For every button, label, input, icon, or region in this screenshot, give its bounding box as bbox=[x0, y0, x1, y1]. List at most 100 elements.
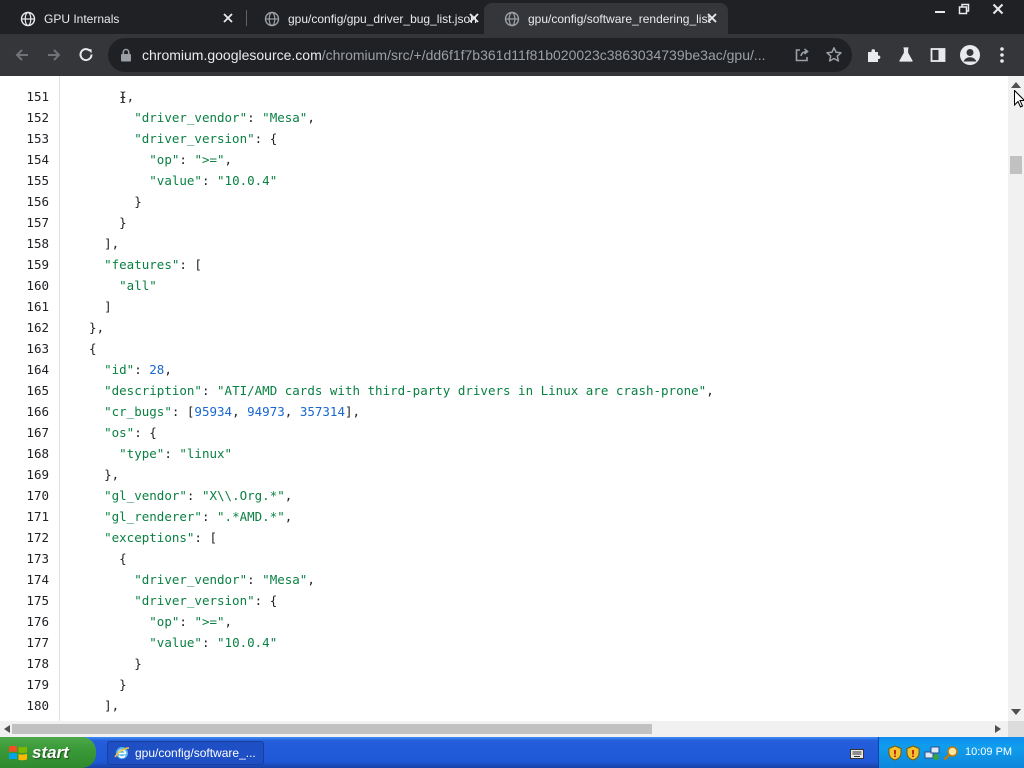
code-text: "driver_vendor": "Mesa", bbox=[134, 110, 315, 125]
start-button[interactable]: start bbox=[0, 737, 96, 768]
code-line: 167 "os": { bbox=[0, 422, 1008, 443]
close-icon[interactable] bbox=[220, 10, 236, 26]
scroll-right-icon[interactable] bbox=[995, 725, 1001, 733]
mouse-cursor-icon bbox=[1014, 90, 1024, 108]
code-line: 161 ] bbox=[0, 296, 1008, 317]
start-label: start bbox=[32, 742, 69, 762]
labs-icon[interactable] bbox=[894, 43, 918, 67]
vertical-scroll-thumb[interactable] bbox=[1010, 156, 1022, 174]
globe-icon bbox=[264, 11, 280, 27]
close-window-icon[interactable] bbox=[987, 0, 1009, 18]
code-line: 170 "gl_vendor": "X\\.Org.*", bbox=[0, 485, 1008, 506]
close-icon[interactable] bbox=[466, 10, 482, 26]
code-text: } bbox=[74, 677, 127, 692]
code-text: } bbox=[74, 656, 142, 671]
back-icon[interactable] bbox=[10, 43, 34, 67]
code-text: "driver_version": { bbox=[134, 593, 278, 608]
code-line: 176 "op": ">=", bbox=[0, 611, 1008, 632]
url-path: /chromium/src/+/dd6f1f7b361d11f81b020023… bbox=[321, 47, 766, 63]
url-host: chromium.googlesource.com bbox=[142, 47, 322, 63]
code-text: "os": { bbox=[104, 425, 157, 440]
code-line: 168 "type": "linux" bbox=[0, 443, 1008, 464]
scroll-up-icon[interactable] bbox=[1011, 82, 1021, 88]
shield-icon[interactable] bbox=[906, 745, 920, 766]
tab-gpu-internals[interactable]: GPU Internals bbox=[0, 3, 244, 34]
url-text: chromium.googlesource.com/chromium/src/+… bbox=[142, 47, 790, 63]
menu-icon[interactable] bbox=[990, 43, 1014, 67]
source-view: }, 151 {152 "driver_vendor": "Mesa", 153 … bbox=[0, 76, 1008, 721]
restore-icon[interactable] bbox=[953, 0, 975, 18]
code-text: "id": 28, bbox=[104, 362, 172, 377]
clock: 10:09 PM bbox=[965, 746, 1013, 758]
tab-title: GPU Internals bbox=[44, 11, 120, 26]
scroll-left-icon[interactable] bbox=[4, 725, 10, 733]
code-line: 171 "gl_renderer": ".*AMD.*", bbox=[0, 506, 1008, 527]
tab-software-rendering-list[interactable]: gpu/config/software_rendering_list bbox=[484, 3, 728, 34]
shield-icon[interactable] bbox=[888, 745, 902, 766]
code-text: "value": "10.0.4" bbox=[149, 635, 278, 650]
taskbar-item-chrome[interactable]: gpu/config/software_... bbox=[107, 741, 264, 765]
minimize-icon[interactable] bbox=[929, 0, 951, 18]
code-text: "all" bbox=[119, 278, 157, 293]
tab-title: gpu/config/software_rendering_list bbox=[528, 11, 711, 26]
code-line: 180 ], bbox=[0, 695, 1008, 716]
scroll-down-icon[interactable] bbox=[1011, 709, 1021, 715]
line-number: 163 bbox=[26, 341, 49, 356]
code-line: 179 } bbox=[0, 674, 1008, 695]
line-number: 166 bbox=[26, 404, 49, 419]
keyboard-icon[interactable] bbox=[850, 747, 864, 765]
code-text: { bbox=[74, 341, 97, 356]
globe-icon bbox=[504, 11, 520, 27]
close-icon[interactable] bbox=[704, 10, 720, 26]
code-line: 166 "cr_bugs": [95934, 94973, 357314], bbox=[0, 401, 1008, 422]
extensions-icon[interactable] bbox=[862, 43, 886, 67]
line-number: 176 bbox=[26, 614, 49, 629]
network-icon[interactable] bbox=[924, 745, 940, 766]
code-line: 162 }, bbox=[0, 317, 1008, 338]
horizontal-scroll-thumb[interactable] bbox=[12, 724, 652, 734]
code-text: ], bbox=[74, 698, 120, 713]
tab-gpu-driver-bug-list[interactable]: gpu/config/gpu_driver_bug_list.json bbox=[244, 3, 490, 34]
line-number: 162 bbox=[26, 320, 49, 335]
line-number: 151 bbox=[26, 89, 49, 104]
star-icon[interactable] bbox=[822, 43, 846, 67]
code-text: } bbox=[74, 215, 127, 230]
code-line: 174 "driver_vendor": "Mesa", bbox=[0, 569, 1008, 590]
code-line: 172 "exceptions": [ bbox=[0, 527, 1008, 548]
search-icon[interactable] bbox=[943, 745, 959, 766]
line-number: 178 bbox=[26, 656, 49, 671]
code-line: 165 "description": "ATI/AMD cards with t… bbox=[0, 380, 1008, 401]
forward-icon[interactable] bbox=[42, 43, 66, 67]
tab-title: gpu/config/gpu_driver_bug_list.json bbox=[288, 11, 477, 26]
code-line: 153 "driver_version": { bbox=[0, 128, 1008, 149]
line-number: 169 bbox=[26, 467, 49, 482]
line-number: 170 bbox=[26, 488, 49, 503]
line-number: 174 bbox=[26, 572, 49, 587]
code-text: "gl_vendor": "X\\.Org.*", bbox=[104, 488, 293, 503]
code-line: 155 "value": "10.0.4" bbox=[0, 170, 1008, 191]
share-icon[interactable] bbox=[790, 43, 814, 67]
line-number: 157 bbox=[26, 215, 49, 230]
code-line: 154 "op": ">=", bbox=[0, 149, 1008, 170]
sidepanel-icon[interactable] bbox=[926, 43, 950, 67]
code-line: 163 { bbox=[0, 338, 1008, 359]
lock-icon[interactable] bbox=[120, 48, 132, 67]
line-number: 161 bbox=[26, 299, 49, 314]
line-number: 171 bbox=[26, 509, 49, 524]
code-line: 159 "features": [ bbox=[0, 254, 1008, 275]
tab-strip: GPU Internals gpu/config/gpu_driver_bug_… bbox=[0, 0, 1024, 34]
code-text: "driver_vendor": "Mesa", bbox=[134, 572, 315, 587]
line-number: 165 bbox=[26, 383, 49, 398]
line-number: 156 bbox=[26, 194, 49, 209]
code-line: 178 } bbox=[0, 653, 1008, 674]
address-bar[interactable]: chromium.googlesource.com/chromium/src/+… bbox=[108, 38, 852, 72]
code-text: "description": "ATI/AMD cards with third… bbox=[104, 383, 714, 398]
code-text: "op": ">=", bbox=[149, 614, 233, 629]
line-number: 177 bbox=[26, 635, 49, 650]
line-number: 168 bbox=[26, 446, 49, 461]
profile-icon[interactable] bbox=[958, 43, 982, 67]
reload-icon[interactable] bbox=[74, 43, 98, 67]
code-text: ] bbox=[74, 299, 112, 314]
ie-icon bbox=[114, 745, 130, 761]
line-number: 179 bbox=[26, 677, 49, 692]
